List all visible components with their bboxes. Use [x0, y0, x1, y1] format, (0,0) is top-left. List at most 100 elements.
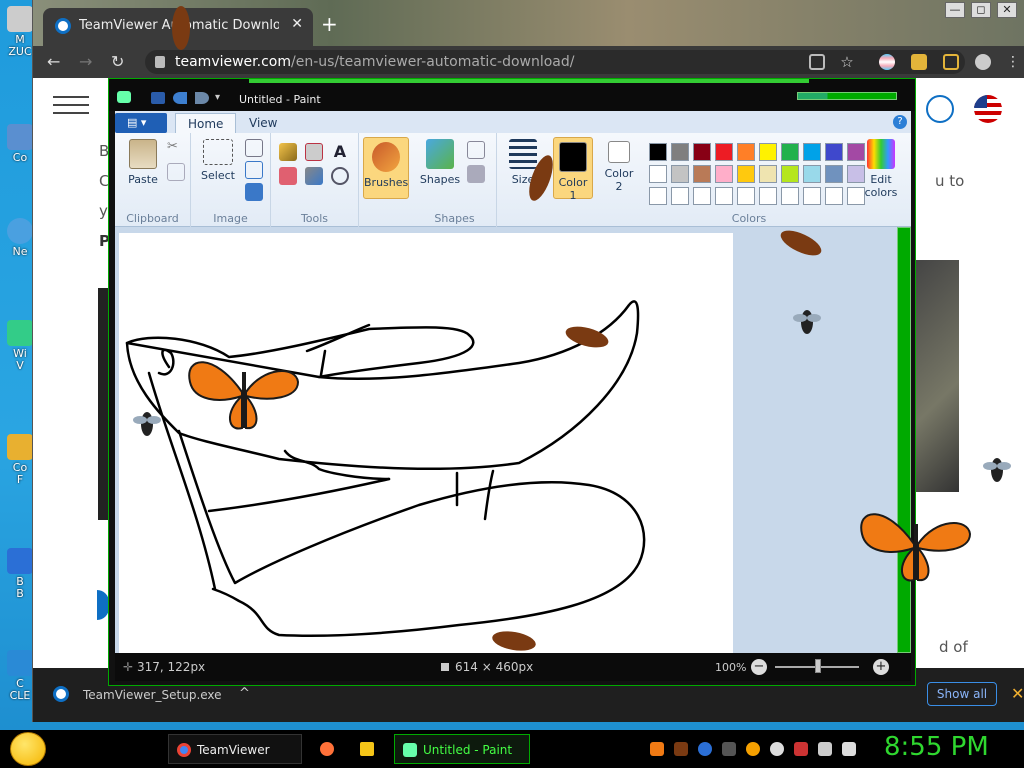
magnifier-icon[interactable] — [331, 167, 349, 185]
color-swatch[interactable] — [671, 187, 689, 205]
redo-icon[interactable] — [195, 92, 209, 104]
flag-tray-icon[interactable] — [794, 742, 808, 756]
vertical-scrollbar[interactable] — [897, 227, 911, 653]
edit-colors-button[interactable]: Edit colors — [859, 139, 903, 199]
share-icon[interactable] — [809, 54, 825, 70]
paint-app-icon[interactable] — [117, 91, 131, 103]
fly-tray-icon[interactable] — [722, 742, 736, 756]
color-swatch[interactable] — [671, 165, 689, 183]
color-swatch[interactable] — [649, 165, 667, 183]
color-swatch[interactable] — [737, 165, 755, 183]
outline-icon[interactable] — [467, 141, 485, 159]
color-swatch[interactable] — [803, 187, 821, 205]
color-swatch[interactable] — [781, 165, 799, 183]
back-button[interactable]: ← — [47, 52, 60, 71]
color-swatch[interactable] — [825, 165, 843, 183]
shield-tray-icon[interactable] — [698, 742, 712, 756]
account-avatar-icon[interactable] — [975, 54, 991, 70]
pencil-icon[interactable] — [279, 143, 297, 161]
color-swatch[interactable] — [649, 187, 667, 205]
rotate-icon[interactable] — [245, 183, 263, 201]
crop-icon[interactable] — [245, 139, 263, 157]
save-icon[interactable] — [151, 92, 165, 104]
taskbar-button-chrome[interactable]: TeamViewer Auto... — [168, 734, 302, 764]
color-swatch[interactable] — [715, 143, 733, 161]
tab-view[interactable]: View — [237, 113, 289, 133]
eraser-icon[interactable] — [279, 167, 297, 185]
select-button[interactable]: Select — [197, 139, 239, 182]
user-account-icon[interactable] — [926, 95, 954, 123]
color-swatch[interactable] — [781, 187, 799, 205]
paste-button[interactable]: Paste — [123, 139, 163, 186]
color-swatch[interactable] — [737, 187, 755, 205]
show-all-button[interactable]: Show all — [927, 682, 997, 706]
volume-tray-icon[interactable] — [842, 742, 856, 756]
cockroach-tray-icon[interactable] — [674, 742, 688, 756]
tab-close-icon[interactable]: ✕ — [291, 16, 303, 32]
taskbar-button-paint[interactable]: Untitled - Paint — [394, 734, 530, 764]
color-swatch[interactable] — [759, 143, 777, 161]
download-file-name[interactable]: TeamViewer_Setup.exe — [83, 688, 222, 702]
color-swatch[interactable] — [825, 187, 843, 205]
color-swatch[interactable] — [781, 143, 799, 161]
us-flag-icon[interactable] — [974, 95, 1002, 123]
minimize-button[interactable]: — — [945, 2, 965, 18]
color-swatch[interactable] — [803, 143, 821, 161]
color2-button[interactable]: Color 2 — [599, 141, 639, 193]
bookmark-star-icon[interactable]: ☆ — [839, 54, 855, 70]
customize-quick-access-icon[interactable]: ▾ — [215, 92, 225, 104]
forward-button[interactable]: → — [79, 52, 92, 71]
search-tray-icon[interactable] — [746, 742, 760, 756]
color-swatch[interactable] — [671, 143, 689, 161]
start-smiley-icon[interactable] — [10, 732, 46, 766]
shapes-button[interactable]: Shapes — [419, 139, 461, 186]
undo-icon[interactable] — [173, 92, 187, 104]
color-picker-icon[interactable] — [305, 167, 323, 185]
color-swatch[interactable] — [693, 143, 711, 161]
window-controls[interactable] — [797, 92, 897, 100]
tab-home[interactable]: Home — [175, 113, 237, 133]
profile-extension-icon[interactable] — [879, 54, 895, 70]
copy-icon[interactable] — [167, 163, 185, 181]
hamburger-menu-icon[interactable] — [53, 96, 89, 120]
zoom-in-button[interactable]: + — [873, 659, 889, 675]
extensions-puzzle-icon[interactable] — [911, 54, 927, 70]
menu-kebab-icon[interactable]: ⋮ — [1005, 54, 1021, 70]
taskbar-button-firefox[interactable] — [312, 734, 344, 764]
color-swatch[interactable] — [737, 143, 755, 161]
color-swatch[interactable] — [803, 165, 821, 183]
help-icon[interactable]: ? — [893, 115, 907, 129]
color-swatch[interactable] — [759, 165, 777, 183]
color1-button[interactable]: Color 1 — [553, 137, 593, 202]
color-swatch[interactable] — [693, 165, 711, 183]
side-panel-icon[interactable] — [943, 54, 959, 70]
maximize-button[interactable]: ◻ — [971, 2, 991, 18]
text-tool-icon[interactable]: A — [331, 143, 349, 161]
lock-icon[interactable] — [155, 56, 165, 68]
fill-icon[interactable] — [467, 165, 485, 183]
app-icon — [7, 6, 33, 32]
zoom-slider-thumb[interactable] — [815, 659, 821, 673]
network-tray-icon[interactable] — [818, 742, 832, 756]
close-window-button[interactable]: ✕ — [997, 2, 1017, 18]
resize-icon[interactable] — [245, 161, 263, 179]
color-swatch[interactable] — [759, 187, 777, 205]
butterfly-tray-icon[interactable] — [650, 742, 664, 756]
status-tray-icon[interactable] — [770, 742, 784, 756]
cut-icon[interactable]: ✂ — [167, 139, 185, 157]
color-swatch[interactable] — [693, 187, 711, 205]
color-swatch[interactable] — [825, 143, 843, 161]
close-download-bar-button[interactable]: ✕ — [1011, 684, 1024, 703]
color-swatch[interactable] — [715, 187, 733, 205]
download-options-chevron-icon[interactable]: ^ — [239, 686, 250, 701]
reload-button[interactable]: ↻ — [111, 52, 124, 71]
taskbar-button-explorer[interactable] — [352, 734, 384, 764]
zoom-out-button[interactable]: − — [751, 659, 767, 675]
fill-bucket-icon[interactable] — [305, 143, 323, 161]
file-menu-button[interactable] — [115, 113, 167, 133]
drawing-canvas[interactable] — [119, 233, 733, 653]
color-swatch[interactable] — [715, 165, 733, 183]
new-tab-button[interactable]: + — [321, 12, 338, 36]
color-swatch[interactable] — [649, 143, 667, 161]
brushes-button[interactable]: Brushes — [363, 137, 409, 199]
